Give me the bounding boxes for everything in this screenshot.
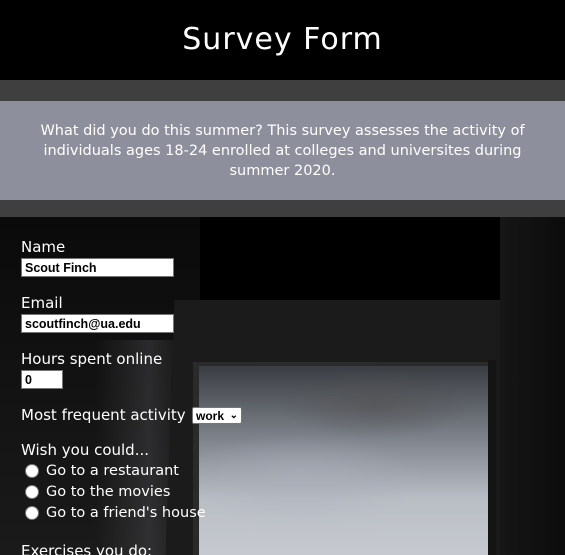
- email-input[interactable]: [21, 314, 174, 333]
- radio-button[interactable]: [25, 464, 39, 478]
- wish-option-restaurant[interactable]: Go to a restaurant: [25, 463, 179, 479]
- wish-option-label: Go to a restaurant: [46, 463, 179, 479]
- name-input[interactable]: [21, 258, 174, 277]
- wish-option-label: Go to the movies: [46, 484, 171, 500]
- description-box: What did you do this summer? This survey…: [0, 101, 565, 200]
- email-label: Email: [21, 294, 63, 312]
- name-label: Name: [21, 238, 66, 256]
- page-title: Survey Form: [182, 21, 383, 57]
- frequent-activity-label: Most frequent activity: [21, 406, 186, 424]
- survey-page: Survey Form What did you do this summer?…: [0, 0, 565, 555]
- radio-button[interactable]: [25, 485, 39, 499]
- page-header: Survey Form: [0, 0, 565, 80]
- hours-online-label: Hours spent online: [21, 350, 163, 368]
- radio-button[interactable]: [25, 506, 39, 520]
- exercises-label: Exercises you do:: [21, 542, 153, 555]
- wish-option-friends-house[interactable]: Go to a friend's house: [25, 505, 206, 521]
- survey-description: What did you do this summer? This survey…: [40, 122, 525, 179]
- hours-online-input[interactable]: [21, 370, 63, 389]
- survey-form: Name Email Hours spent online Most frequ…: [0, 217, 565, 555]
- frequent-activity-select[interactable]: work ⌄: [192, 407, 242, 424]
- wish-label: Wish you could...: [21, 441, 150, 459]
- frequent-activity-selected: work: [196, 408, 225, 423]
- wish-option-label: Go to a friend's house: [46, 505, 206, 521]
- chevron-down-icon: ⌄: [229, 410, 238, 421]
- wish-option-movies[interactable]: Go to the movies: [25, 484, 170, 500]
